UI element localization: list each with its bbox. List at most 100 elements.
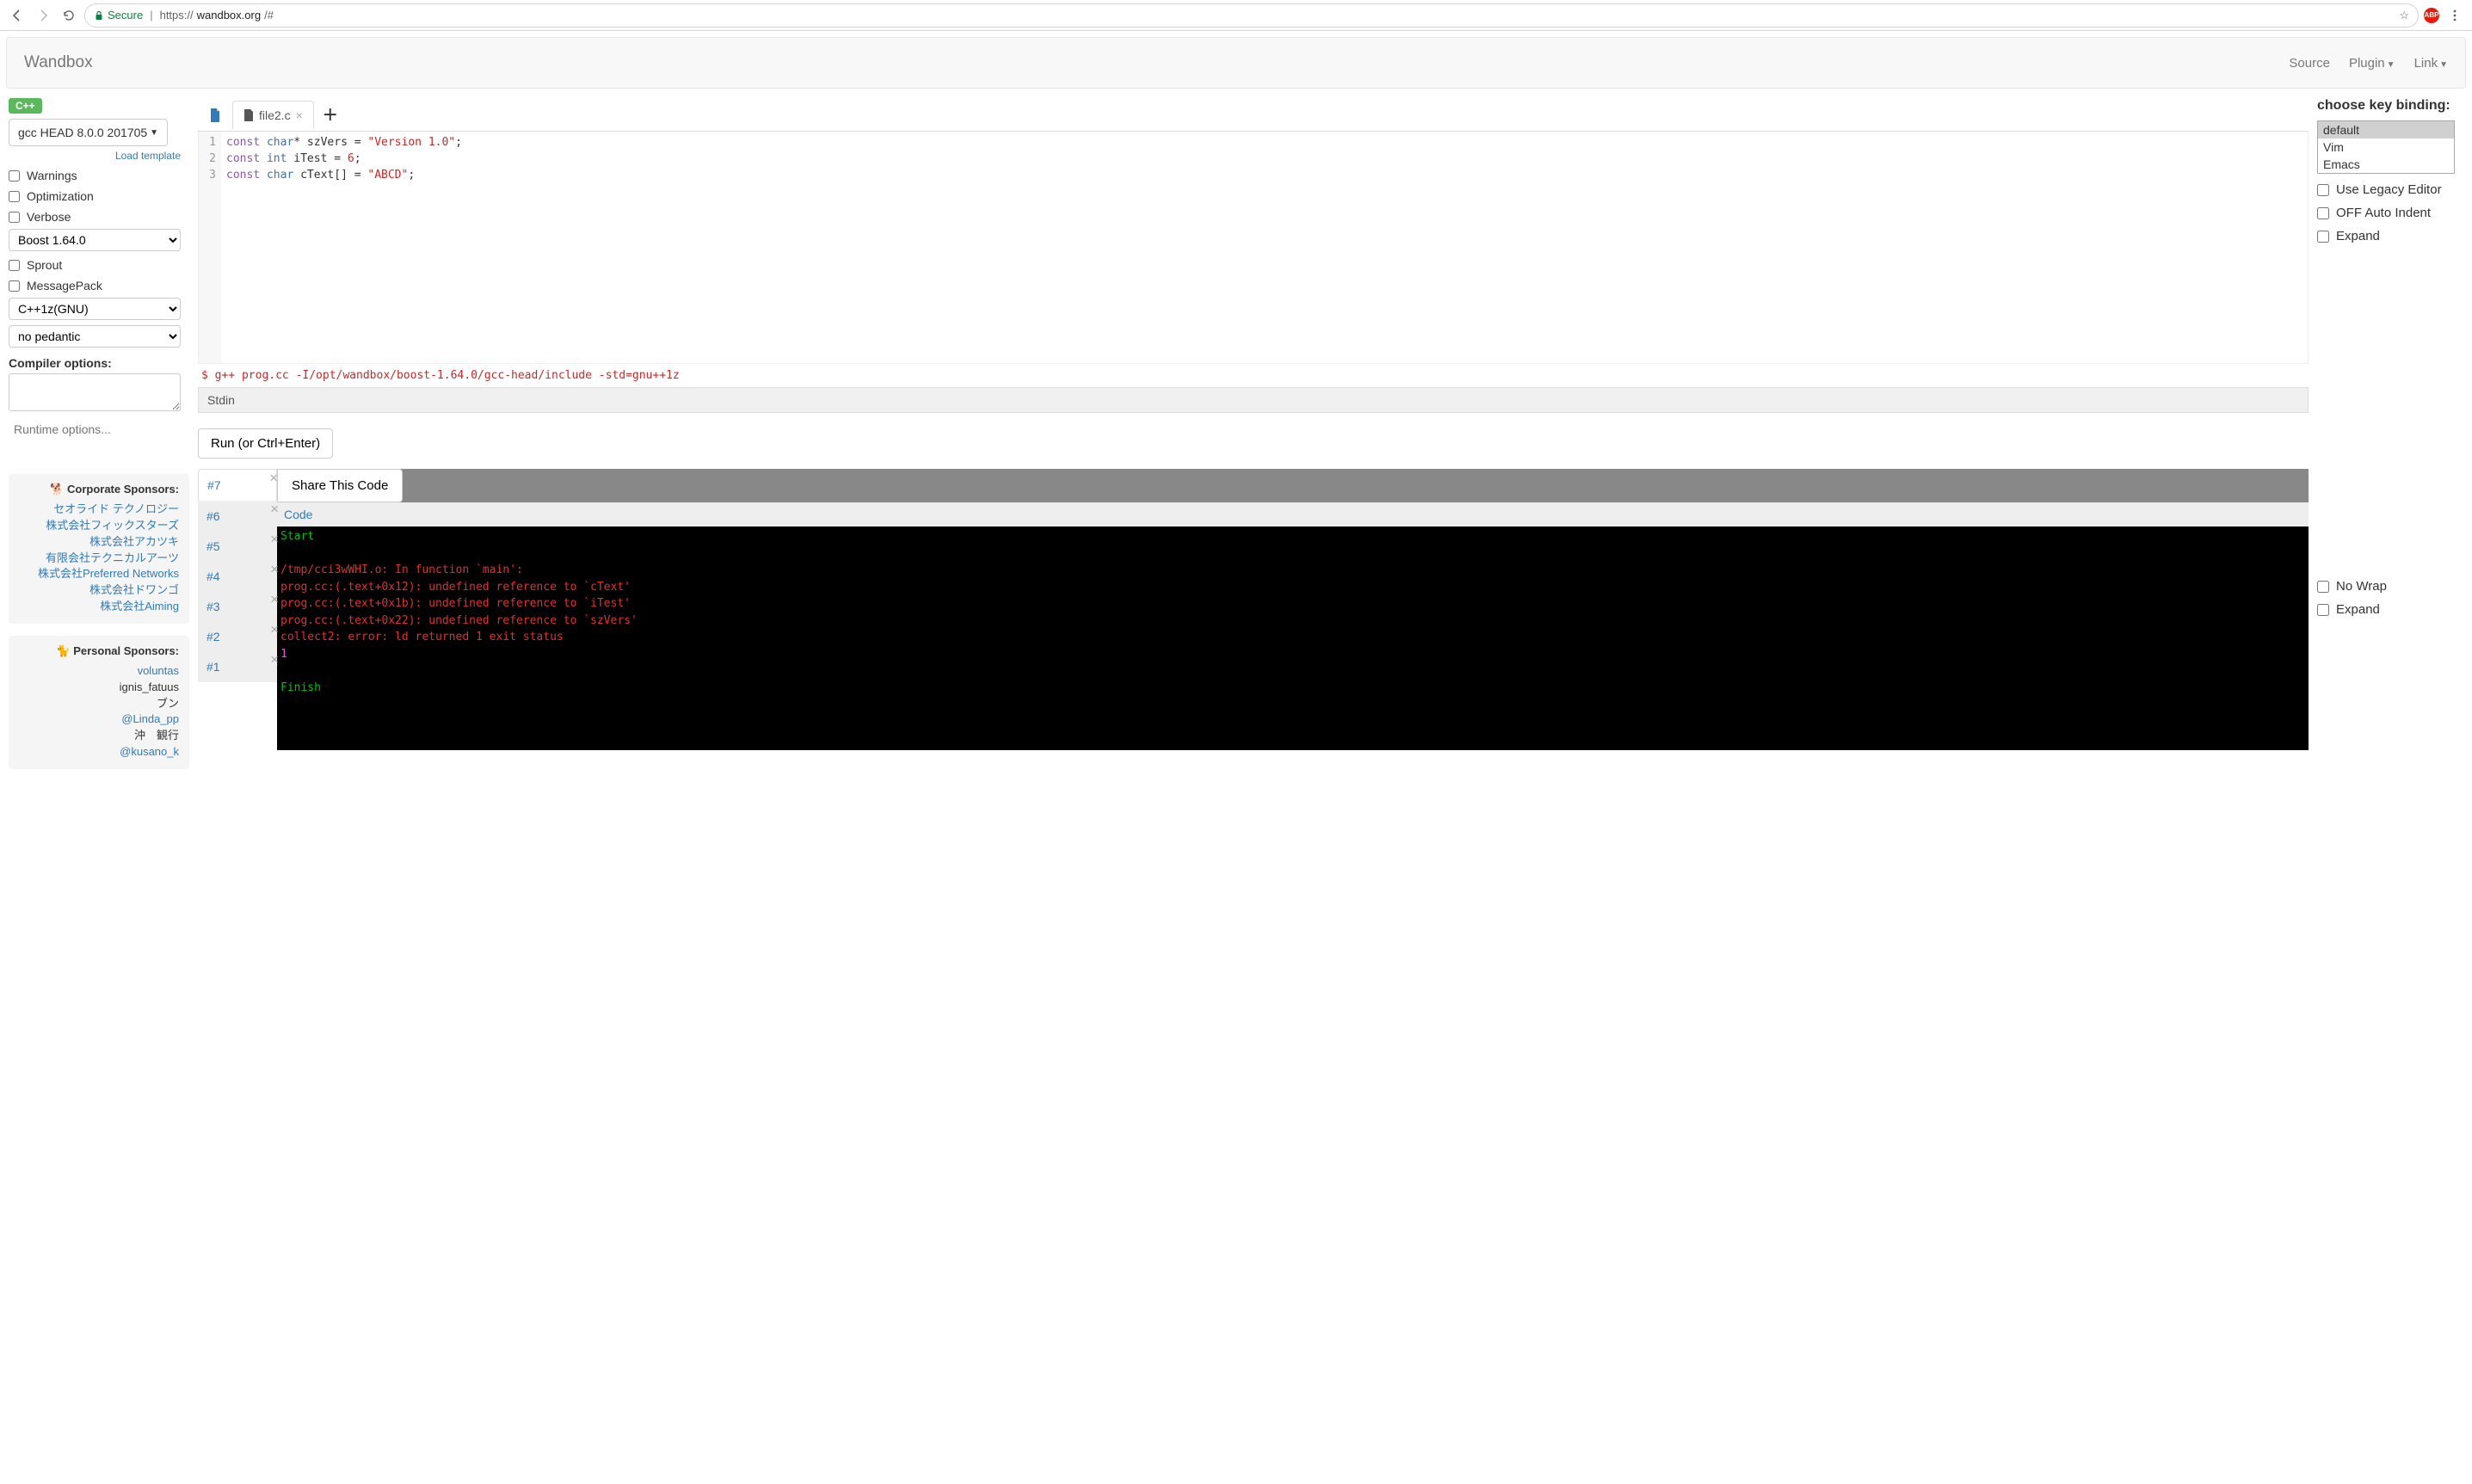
code-editor[interactable]: 123 const char* szVers = "Version 1.0";c…	[198, 132, 2309, 364]
result-header: Share This Code	[277, 469, 2309, 502]
browser-reload-button[interactable]	[59, 5, 79, 26]
chevron-down-icon: ▼	[2387, 60, 2395, 70]
sponsor-link: ブン	[19, 696, 179, 712]
nav-links: Source Plugin▼ Link▼	[2289, 56, 2448, 71]
result-terminal[interactable]: Start /tmp/cci3wWHI.o: In function `main…	[277, 526, 2309, 750]
sponsor-link[interactable]: @kusano_k	[19, 744, 179, 760]
url-path: /#	[264, 9, 274, 22]
check-messagepack[interactable]: MessagePack	[9, 279, 189, 292]
keybinding-option[interactable]: Vim	[2318, 139, 2454, 156]
check-legacy-label: Use Legacy Editor	[2336, 182, 2442, 197]
editor-tabs: file2.c × ＋	[198, 98, 2309, 132]
sponsor-link: ignis_fatuus	[19, 680, 179, 696]
check-legacy-editor[interactable]: Use Legacy Editor	[2317, 182, 2463, 197]
keybinding-label: choose key binding:	[2317, 98, 2463, 114]
run-history-item[interactable]: #2×	[198, 621, 277, 652]
close-icon[interactable]: ×	[270, 621, 279, 638]
run-history: #7×#6×#5×#4×#3×#2×#1×	[198, 469, 277, 750]
check-auto-indent[interactable]: OFF Auto Indent	[2317, 206, 2463, 220]
close-icon[interactable]: ×	[269, 470, 278, 487]
close-icon[interactable]: ×	[270, 561, 279, 578]
adblock-icon[interactable]: ABP	[2424, 8, 2439, 23]
sponsor-link[interactable]: @Linda_pp	[19, 711, 179, 728]
sponsor-link[interactable]: 有限会社テクニカルアーツ	[19, 551, 179, 567]
runtime-options-input[interactable]	[9, 419, 181, 440]
run-history-item[interactable]: #7×	[198, 469, 277, 502]
check-nowrap-label: No Wrap	[2336, 579, 2387, 594]
nav-source[interactable]: Source	[2289, 56, 2330, 71]
sponsor-link[interactable]: セオライド テクノロジー	[19, 502, 179, 518]
result-main: Share This Code Code Start /tmp/cci3wWHI…	[277, 469, 2309, 750]
compiler-select[interactable]: gcc HEAD 8.0.0 201705 ▼	[9, 119, 168, 146]
nav-plugin-label: Plugin	[2349, 56, 2385, 71]
check-messagepack-label: MessagePack	[27, 279, 102, 292]
close-icon[interactable]: ×	[270, 531, 279, 548]
code-content[interactable]: const char* szVers = "Version 1.0";const…	[221, 132, 2308, 363]
check-optimization[interactable]: Optimization	[9, 189, 189, 203]
browser-menu-button[interactable]	[2444, 5, 2465, 26]
stdin-toggle[interactable]: Stdin	[198, 387, 2309, 413]
tab-file2[interactable]: file2.c ×	[232, 101, 314, 129]
check-verbose[interactable]: Verbose	[9, 210, 189, 224]
sponsor-link[interactable]: 株式会社フィックスターズ	[19, 518, 179, 534]
run-history-item[interactable]: #6×	[198, 501, 277, 532]
nav-plugin[interactable]: Plugin▼	[2349, 56, 2395, 71]
check-expand[interactable]: Expand	[2317, 229, 2463, 243]
right-sidebar: choose key binding: defaultVimEmacs Use …	[2317, 98, 2463, 769]
sponsor-link[interactable]: 株式会社Aiming	[19, 599, 179, 615]
file-icon	[209, 108, 221, 122]
run-history-item[interactable]: #5×	[198, 531, 277, 562]
boost-select[interactable]: Boost 1.64.0	[9, 229, 181, 251]
check-sprout-label: Sprout	[27, 258, 62, 272]
run-history-item[interactable]: #1×	[198, 651, 277, 682]
address-bar[interactable]: Secure | https://wandbox.org/# ☆	[84, 3, 2419, 28]
pedantic-select[interactable]: no pedantic	[9, 325, 181, 348]
chevron-down-icon: ▼	[2439, 60, 2448, 70]
keybinding-option[interactable]: Emacs	[2318, 156, 2454, 173]
compile-command: $ g++ prog.cc -I/opt/wandbox/boost-1.64.…	[198, 364, 2309, 387]
keybinding-option[interactable]: default	[2318, 121, 2454, 139]
file-icon	[244, 109, 254, 121]
bookmark-star-icon[interactable]: ☆	[2399, 9, 2409, 22]
load-template-link[interactable]: Load template	[9, 150, 181, 162]
browser-forward-button[interactable]	[33, 5, 53, 26]
browser-chrome: Secure | https://wandbox.org/# ☆ ABP	[0, 0, 2472, 31]
check-nowrap-output[interactable]: No Wrap	[2317, 579, 2463, 594]
tab-file2-label: file2.c	[259, 108, 291, 122]
corporate-sponsors-list: セオライド テクノロジー株式会社フィックスターズ株式会社アカツキ有限会社テクニカ…	[19, 502, 179, 615]
sponsor-link[interactable]: voluntas	[19, 663, 179, 680]
check-warnings[interactable]: Warnings	[9, 169, 189, 182]
close-icon[interactable]: ×	[270, 501, 279, 518]
keybinding-list[interactable]: defaultVimEmacs	[2317, 120, 2455, 174]
add-tab-button[interactable]: ＋	[314, 98, 347, 131]
sponsor-link[interactable]: 株式会社ドワンゴ	[19, 582, 179, 599]
nav-link-menu[interactable]: Link▼	[2414, 56, 2448, 71]
url-separator: |	[150, 9, 152, 22]
close-icon[interactable]: ×	[270, 591, 279, 608]
sponsor-link[interactable]: 株式会社Preferred Networks	[19, 566, 179, 582]
result-code-link-row: Code	[277, 502, 2309, 526]
run-history-item[interactable]: #4×	[198, 561, 277, 592]
close-tab-icon[interactable]: ×	[296, 108, 303, 122]
check-sprout[interactable]: Sprout	[9, 258, 189, 272]
compiler-options-input[interactable]	[9, 373, 181, 411]
corporate-sponsors-title: 🐕 Corporate Sponsors:	[19, 483, 179, 496]
check-expand2-label: Expand	[2336, 602, 2380, 617]
run-history-item[interactable]: #3×	[198, 591, 277, 622]
brand[interactable]: Wandbox	[24, 53, 93, 72]
lock-icon	[94, 10, 104, 21]
sponsor-link[interactable]: 株式会社アカツキ	[19, 534, 179, 551]
chevron-down-icon: ▼	[150, 128, 158, 138]
check-warnings-label: Warnings	[27, 169, 77, 182]
tab-main-file[interactable]	[198, 101, 232, 129]
run-button[interactable]: Run (or Ctrl+Enter)	[198, 428, 333, 459]
close-icon[interactable]: ×	[270, 651, 279, 668]
corporate-sponsors-panel: 🐕 Corporate Sponsors: セオライド テクノロジー株式会社フィ…	[9, 474, 189, 624]
share-button[interactable]: Share This Code	[277, 469, 403, 502]
result-code-link[interactable]: Code	[284, 508, 312, 521]
check-autoindent-label: OFF Auto Indent	[2336, 206, 2431, 220]
url-scheme: https://	[160, 9, 194, 22]
browser-back-button[interactable]	[7, 5, 28, 26]
cppstd-select[interactable]: C++1z(GNU)	[9, 298, 181, 320]
check-expand-output[interactable]: Expand	[2317, 602, 2463, 617]
